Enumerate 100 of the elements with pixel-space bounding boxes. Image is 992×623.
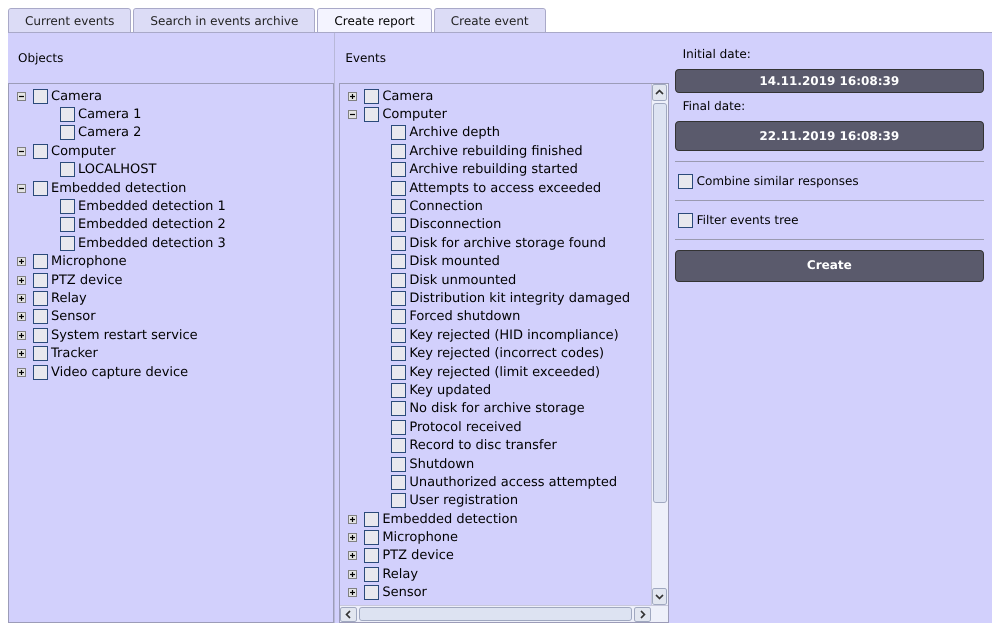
collapse-icon[interactable] (16, 146, 26, 156)
expand-icon[interactable] (16, 330, 26, 340)
tree-item[interactable]: User registration (409, 494, 518, 508)
checkbox[interactable] (33, 254, 48, 270)
checkbox[interactable] (391, 346, 406, 362)
checkbox[interactable] (391, 309, 406, 324)
tree-item[interactable]: Unauthorized access attempted (409, 476, 618, 489)
tree-item[interactable]: Disconnection (409, 218, 502, 232)
expand-icon[interactable] (348, 551, 357, 560)
tree-item[interactable]: Connection (409, 200, 483, 214)
tab[interactable]: Search in events archive (133, 8, 316, 32)
scroll-left-icon[interactable] (340, 606, 358, 622)
tree-item[interactable]: Relay (382, 568, 418, 581)
tree-item[interactable]: No disk for archive storage (409, 402, 585, 416)
tab[interactable]: Current events (8, 8, 132, 32)
tree-item[interactable]: Record to disc transfer (409, 439, 557, 452)
tree-item[interactable]: Archive depth (409, 126, 500, 140)
expand-icon[interactable] (348, 92, 357, 101)
checkbox[interactable] (391, 474, 406, 490)
tree-item[interactable]: Embedded detection 3 (78, 236, 226, 250)
checkbox[interactable] (33, 364, 48, 380)
expand-icon[interactable] (16, 257, 26, 266)
tree-item[interactable]: Tracker (51, 347, 98, 360)
checkbox[interactable] (60, 236, 75, 251)
tree-item[interactable]: Camera 2 (78, 126, 142, 140)
checkbox[interactable] (391, 290, 406, 306)
checkbox[interactable] (391, 401, 406, 416)
tree-item[interactable]: Sensor (382, 586, 427, 600)
checkbox[interactable] (391, 180, 406, 196)
checkbox[interactable] (391, 456, 406, 472)
checkbox[interactable] (391, 217, 406, 232)
checkbox[interactable] (60, 217, 75, 232)
checkbox[interactable] (33, 180, 48, 196)
checkbox[interactable] (364, 566, 380, 582)
checkbox[interactable] (364, 88, 380, 104)
tree-item[interactable]: Key updated (409, 384, 492, 397)
checkbox[interactable] (391, 199, 406, 214)
tree-item[interactable]: Embedded detection (51, 182, 186, 195)
initial-date-field[interactable]: 14.11.2019 16:08:39 (674, 69, 984, 93)
tree-item[interactable]: Camera (382, 90, 434, 103)
tree-item[interactable]: Shutdown (409, 458, 474, 470)
tree-item[interactable]: Camera 1 (78, 108, 142, 122)
checkbox[interactable] (391, 328, 406, 343)
tree-item[interactable]: Protocol received (409, 420, 522, 434)
tree-item[interactable]: Embedded detection (382, 512, 518, 526)
create-button[interactable]: Create (674, 250, 984, 282)
tree-item[interactable]: Archive rebuilding started (409, 163, 578, 176)
expand-icon[interactable] (16, 349, 26, 358)
option-label[interactable]: Filter events tree (696, 211, 799, 229)
checkbox[interactable] (364, 512, 380, 527)
checkbox[interactable] (391, 420, 406, 435)
expand-icon[interactable] (16, 312, 26, 322)
scroll-down-icon[interactable] (652, 588, 668, 605)
checkbox[interactable] (33, 328, 48, 343)
checkbox[interactable] (391, 272, 406, 288)
checkbox[interactable] (33, 346, 48, 362)
tab[interactable]: Create event (434, 8, 546, 32)
tree-item[interactable]: Archive rebuilding finished (409, 144, 583, 158)
tree-item[interactable]: Disk for archive storage found (409, 236, 606, 250)
tree-item[interactable]: System restart service (51, 328, 198, 342)
checkbox[interactable] (391, 493, 406, 508)
checkbox[interactable] (391, 254, 406, 270)
collapse-icon[interactable] (16, 184, 26, 193)
expand-icon[interactable] (16, 276, 26, 285)
tree-item[interactable]: Camera (51, 90, 102, 103)
tree-item[interactable]: Microphone (51, 255, 127, 268)
checkbox[interactable] (364, 107, 380, 122)
expand-icon[interactable] (348, 514, 357, 524)
checkbox[interactable] (364, 548, 380, 564)
expand-icon[interactable] (348, 588, 357, 598)
tree-item[interactable]: Attempts to access exceeded (409, 182, 602, 195)
horizontal-scrollbar[interactable] (340, 605, 668, 622)
tree-item[interactable]: Disk unmounted (409, 274, 516, 287)
checkbox[interactable] (391, 236, 406, 251)
checkbox[interactable] (364, 585, 380, 600)
scroll-up-icon[interactable] (652, 84, 668, 101)
checkbox[interactable] (33, 144, 48, 159)
tree-item[interactable]: Video capture device (51, 366, 188, 379)
tree-item[interactable]: Disk mounted (409, 255, 500, 268)
tree-item[interactable]: Forced shutdown (409, 310, 520, 324)
final-date-field[interactable]: 22.11.2019 16:08:39 (674, 121, 984, 151)
collapse-icon[interactable] (16, 92, 26, 101)
tab[interactable]: Create report (317, 8, 432, 32)
tree-item[interactable]: Embedded detection 1 (78, 200, 226, 214)
checkbox[interactable] (33, 290, 48, 306)
checkbox[interactable] (60, 107, 75, 122)
checkbox[interactable] (391, 382, 406, 398)
expand-icon[interactable] (348, 570, 357, 579)
vertical-scrollbar[interactable] (650, 84, 668, 605)
option-label[interactable]: Combine similar responses (696, 172, 859, 190)
checkbox[interactable] (678, 174, 693, 188)
scrollbar-thumb[interactable] (359, 607, 632, 621)
tree-item[interactable]: Relay (51, 292, 87, 305)
checkbox[interactable] (60, 162, 75, 178)
tree-item[interactable]: Computer (51, 144, 116, 158)
tree-item[interactable]: LOCALHOST (78, 163, 156, 176)
checkbox[interactable] (60, 199, 75, 214)
scrollbar-thumb[interactable] (652, 103, 667, 503)
checkbox[interactable] (33, 88, 48, 104)
checkbox[interactable] (678, 212, 693, 228)
